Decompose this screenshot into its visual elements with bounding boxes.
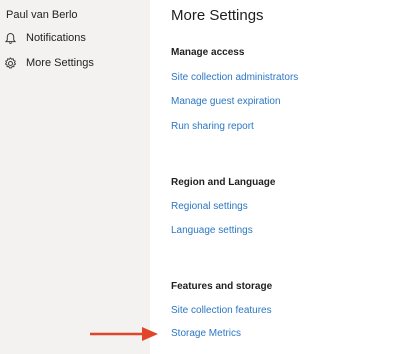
annotation-arrow-icon — [88, 324, 160, 349]
sidebar-item-label: Notifications — [26, 32, 86, 44]
sidebar-item-more-settings[interactable]: More Settings — [0, 54, 150, 74]
sidebar-item-label: More Settings — [26, 57, 94, 69]
link-language-settings[interactable]: Language settings — [171, 225, 253, 236]
link-storage-metrics[interactable]: Storage Metrics — [171, 328, 241, 339]
link-site-collection-administrators[interactable]: Site collection administrators — [171, 72, 298, 83]
link-run-sharing-report[interactable]: Run sharing report — [171, 121, 254, 132]
section-heading-region-language: Region and Language — [171, 177, 276, 188]
page-title: More Settings — [171, 7, 264, 24]
section-heading-manage-access: Manage access — [171, 47, 245, 58]
bell-icon — [4, 32, 17, 45]
link-manage-guest-expiration[interactable]: Manage guest expiration — [171, 96, 281, 107]
main-content: More Settings Manage access Site collect… — [150, 0, 400, 354]
section-heading-features-storage: Features and storage — [171, 281, 273, 292]
gear-icon — [4, 57, 17, 70]
user-name: Paul van Berlo — [6, 9, 78, 21]
link-regional-settings[interactable]: Regional settings — [171, 201, 248, 212]
sidebar-item-notifications[interactable]: Notifications — [0, 29, 150, 49]
sidebar: Paul van Berlo Notifications More Settin… — [0, 0, 150, 354]
link-site-collection-features[interactable]: Site collection features — [171, 305, 272, 316]
